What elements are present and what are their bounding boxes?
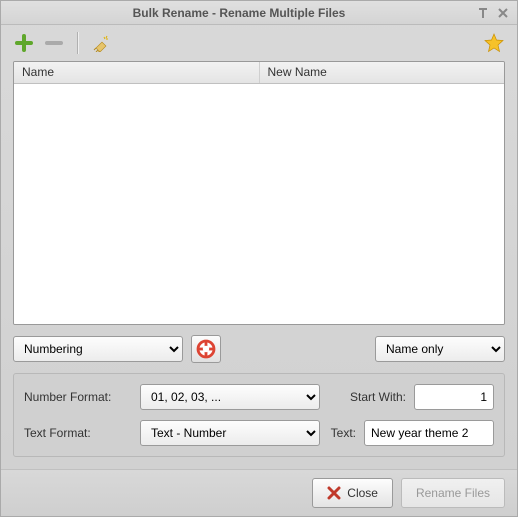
bulk-rename-window: Bulk Rename - Rename Multiple Files bbox=[0, 0, 518, 517]
number-format-select[interactable]: 01, 02, 03, ... bbox=[140, 384, 320, 410]
name-scope-select[interactable]: Name only bbox=[375, 336, 505, 362]
close-x-icon bbox=[327, 486, 341, 500]
add-file-button[interactable] bbox=[11, 30, 37, 56]
number-format-label: Number Format: bbox=[24, 390, 132, 404]
column-name[interactable]: Name bbox=[14, 62, 260, 83]
main-content: Name New Name Numbering Name only bbox=[1, 61, 517, 469]
column-new-name[interactable]: New Name bbox=[260, 62, 505, 83]
text-label: Text: bbox=[328, 426, 356, 440]
toolbar bbox=[1, 25, 517, 61]
options-panel: Number Format: 01, 02, 03, ... Start Wit… bbox=[13, 373, 505, 457]
clear-button[interactable] bbox=[88, 30, 114, 56]
close-button-label: Close bbox=[347, 486, 378, 500]
file-list-header: Name New Name bbox=[14, 62, 504, 84]
start-with-label: Start With: bbox=[328, 390, 406, 404]
window-title: Bulk Rename - Rename Multiple Files bbox=[7, 6, 471, 20]
text-format-select[interactable]: Text - Number bbox=[140, 420, 320, 446]
mode-row: Numbering Name only bbox=[13, 335, 505, 363]
favorite-button[interactable] bbox=[481, 30, 507, 56]
toolbar-separator bbox=[77, 32, 78, 54]
rename-files-button: Rename Files bbox=[401, 478, 505, 508]
minimize-icon[interactable] bbox=[475, 5, 491, 21]
start-with-input[interactable] bbox=[414, 384, 494, 410]
text-input[interactable] bbox=[364, 420, 494, 446]
titlebar: Bulk Rename - Rename Multiple Files bbox=[1, 1, 517, 25]
rename-files-label: Rename Files bbox=[416, 486, 490, 500]
close-icon[interactable] bbox=[495, 5, 511, 21]
file-list-panel: Name New Name bbox=[13, 61, 505, 325]
rename-mode-select[interactable]: Numbering bbox=[13, 336, 183, 362]
file-list-body[interactable] bbox=[14, 84, 504, 324]
text-format-label: Text Format: bbox=[24, 426, 132, 440]
remove-file-button[interactable] bbox=[41, 30, 67, 56]
help-button[interactable] bbox=[191, 335, 221, 363]
footer: Close Rename Files bbox=[1, 469, 517, 516]
close-button[interactable]: Close bbox=[312, 478, 393, 508]
